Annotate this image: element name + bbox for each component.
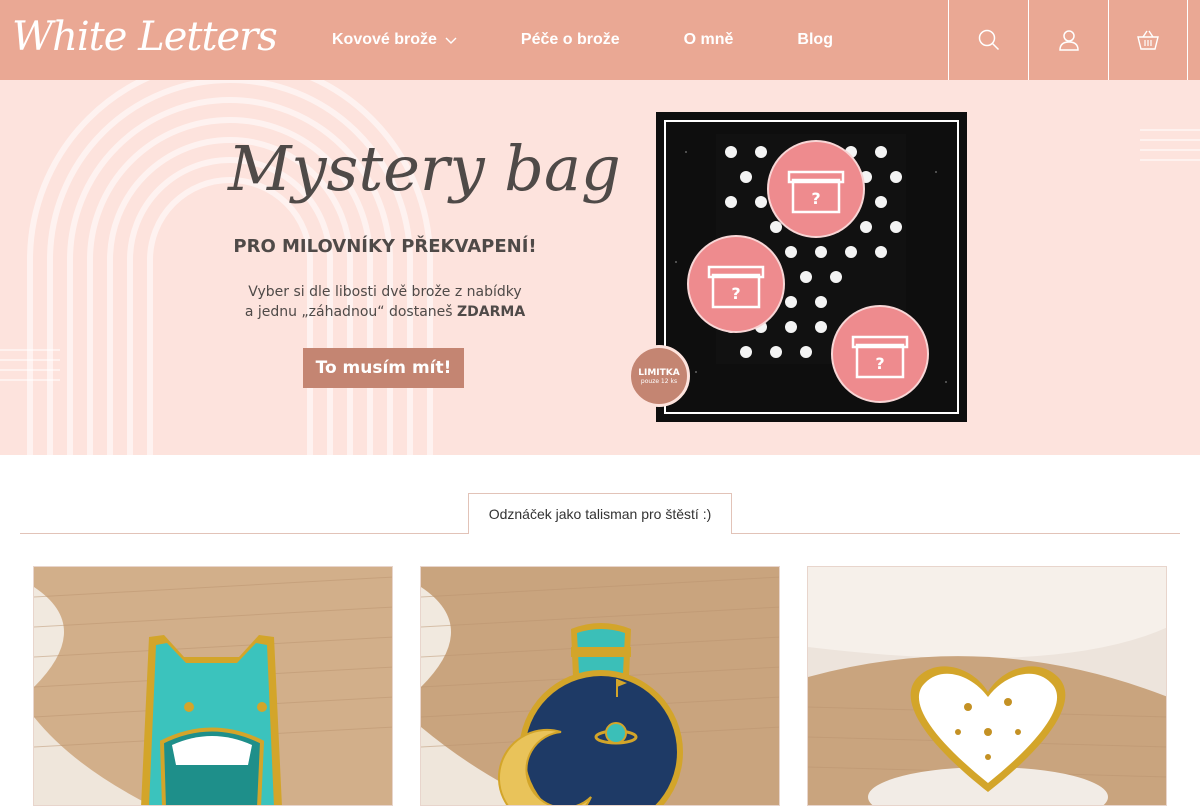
banner-title: Mystery bag — [228, 132, 621, 205]
header-actions — [948, 0, 1188, 80]
banner-description-line1: Vyber si dle libosti dvě brože z nabídky — [248, 284, 522, 300]
image-frame — [664, 120, 959, 414]
limited-badge: LIMITKA pouze 12 ks — [628, 345, 690, 407]
nav-item-label: O mně — [683, 31, 734, 48]
badge-label: LIMITKA — [638, 367, 680, 378]
product-image-heart-pin — [808, 567, 1166, 805]
product-image-space-bottle-pin — [421, 567, 779, 805]
section-tab[interactable]: Odznáček jako talisman pro štěstí :) — [468, 493, 732, 534]
nav-item-o-mne[interactable]: O mně — [652, 31, 766, 49]
product-card[interactable] — [420, 566, 780, 806]
product-card[interactable] — [33, 566, 393, 806]
logo-text: White Letters — [12, 14, 278, 60]
nav-item-label: Blog — [797, 31, 833, 48]
product-card[interactable] — [807, 566, 1167, 806]
account-button[interactable] — [1028, 0, 1108, 80]
product-image-monster-pin — [34, 567, 392, 805]
nav-item-label: Péče o brože — [520, 31, 620, 48]
nav-item-pece-o-broze[interactable]: Péče o brože — [489, 31, 652, 49]
logo[interactable]: White Letters — [12, 8, 278, 70]
nav-item-label: Kovové brože — [332, 31, 437, 48]
banner-description-prefix: a jednu „záhadnou“ dostaneš — [244, 304, 458, 320]
user-icon — [1058, 30, 1079, 51]
site-header: White Letters Kovové brože Péče o brože … — [0, 0, 1200, 80]
basket-icon — [1137, 30, 1159, 50]
banner-cta-button[interactable]: To musím mít! — [303, 348, 464, 388]
cart-button[interactable] — [1108, 0, 1188, 80]
search-button[interactable] — [948, 0, 1028, 80]
banner-subtitle: PRO MILOVNÍKY PŘEKVAPENÍ! — [233, 236, 537, 257]
banner-description-bold: ZDARMA — [457, 304, 526, 320]
nav-item-kovove-broze[interactable]: Kovové brože — [300, 31, 489, 49]
banner-description-line2: a jednu „záhadnou“ dostaneš ZDARMA — [230, 304, 540, 320]
nav-item-blog[interactable]: Blog — [765, 31, 865, 49]
search-icon — [978, 29, 999, 51]
main-nav: Kovové brože Péče o brože O mně Blog — [300, 0, 865, 80]
badge-sublabel: pouze 12 ks — [640, 377, 678, 385]
chevron-down-icon — [445, 37, 457, 44]
mystery-bag-image: ? ? ? — [656, 112, 967, 422]
hero-banner[interactable]: Mystery bag PRO MILOVNÍKY PŘEKVAPENÍ! Vy… — [0, 80, 1200, 455]
